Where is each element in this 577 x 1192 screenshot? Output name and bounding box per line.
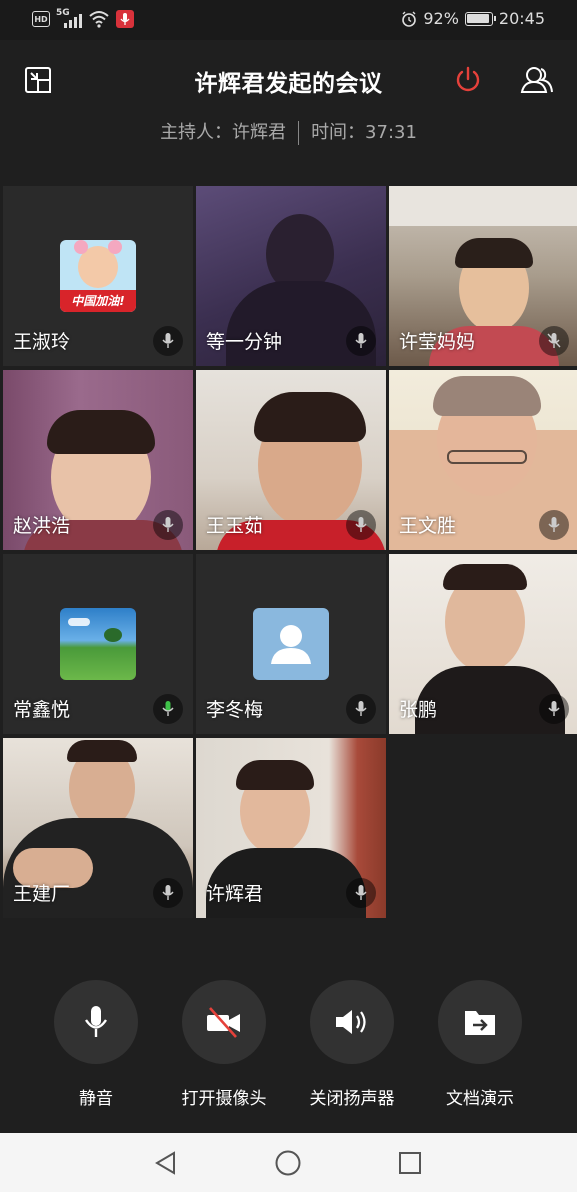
participant-name: 李冬梅 <box>206 699 264 721</box>
microphone-icon <box>346 510 376 540</box>
home-button[interactable] <box>272 1147 304 1179</box>
participant-name: 等一分钟 <box>206 331 283 353</box>
speaker-label: 关闭扬声器 <box>309 1089 395 1109</box>
speaker-icon <box>310 980 394 1064</box>
microphone-icon <box>539 510 569 540</box>
meeting-controls: 静音 打开摄像头 关闭扬声器 文档演示 <box>0 980 577 1130</box>
camera-off-icon <box>182 980 266 1064</box>
participant-tile[interactable]: 等一分钟 <box>196 186 386 366</box>
camera-label: 打开摄像头 <box>181 1089 267 1109</box>
participant-tile[interactable]: 王建厂 <box>3 738 193 918</box>
recording-mic-icon <box>116 10 134 28</box>
participant-name: 许莹妈妈 <box>399 331 476 353</box>
power-icon <box>456 66 480 92</box>
mute-label: 静音 <box>79 1089 113 1109</box>
participant-tile[interactable]: 张鹏 <box>389 554 577 734</box>
hd-icon: HD <box>32 11 50 27</box>
recents-square-icon <box>399 1152 421 1174</box>
participant-tile[interactable]: 常鑫悦 <box>3 554 193 734</box>
end-meeting-button[interactable] <box>450 62 486 98</box>
participant-name: 王文胜 <box>399 515 457 537</box>
participants-icon <box>520 67 553 93</box>
battery-percent: 92% <box>423 9 459 28</box>
cellular-signal-icon: 5G <box>56 8 82 28</box>
participant-name: 王建厂 <box>13 883 71 905</box>
back-button[interactable] <box>150 1147 182 1179</box>
microphone-icon <box>346 878 376 908</box>
participant-grid: 中国加油! 王淑玲 等一分钟 许莹妈妈 赵洪浩 王玉茹 王文胜 常鑫悦 李冬梅 … <box>3 186 577 918</box>
microphone-icon <box>346 326 376 356</box>
participant-name: 王淑玲 <box>13 331 71 353</box>
default-user-avatar <box>253 608 329 680</box>
participant-tile[interactable]: 赵洪浩 <box>3 370 193 550</box>
home-circle-icon <box>275 1150 301 1176</box>
microphone-icon <box>153 326 183 356</box>
host-label: 主持人：许辉君 <box>160 122 287 143</box>
mute-button[interactable]: 静音 <box>36 980 156 1109</box>
participant-tile[interactable]: 李冬梅 <box>196 554 386 734</box>
participant-name: 许辉君 <box>206 883 264 905</box>
participant-name: 常鑫悦 <box>13 699 71 721</box>
microphone-icon <box>54 980 138 1064</box>
microphone-icon <box>153 510 183 540</box>
meeting-title: 许辉君发起的会议 <box>194 71 383 97</box>
recents-button[interactable] <box>394 1147 426 1179</box>
participant-name: 王玉茹 <box>206 515 264 537</box>
participant-tile[interactable]: 许莹妈妈 <box>389 186 577 366</box>
mic-muted-icon <box>539 326 569 356</box>
microphone-icon <box>153 878 183 908</box>
microphone-icon <box>346 694 376 724</box>
document-share-label: 文档演示 <box>446 1089 514 1109</box>
turn-off-speaker-button[interactable]: 关闭扬声器 <box>292 980 412 1109</box>
participants-button[interactable] <box>519 62 555 98</box>
microphone-icon <box>539 694 569 724</box>
participant-tile[interactable]: 王文胜 <box>389 370 577 550</box>
document-share-button[interactable]: 文档演示 <box>420 980 540 1109</box>
system-navigation-bar <box>0 1133 577 1192</box>
clock: 20:45 <box>498 9 545 28</box>
battery-icon <box>464 11 496 26</box>
status-bar: HD 5G 92% 20:45 <box>0 0 577 40</box>
meeting-info: 主持人：许辉君 时间：37:31 <box>0 118 577 145</box>
avatar-caption: 中国加油! <box>60 290 136 312</box>
child-photo-avatar: 中国加油! <box>60 240 136 312</box>
back-triangle-icon <box>155 1151 175 1175</box>
participant-tile[interactable]: 王玉茹 <box>196 370 386 550</box>
meeting-timer: 时间：37:31 <box>311 122 417 143</box>
folder-share-icon <box>438 980 522 1064</box>
wifi-icon <box>89 11 109 28</box>
participant-name: 张鹏 <box>399 699 438 721</box>
alarm-icon <box>402 11 417 27</box>
meeting-header: 许辉君发起的会议 主持人：许辉君 时间：37:31 <box>0 40 577 180</box>
participant-tile[interactable]: 中国加油! 王淑玲 <box>3 186 193 366</box>
participant-tile[interactable]: 许辉君 <box>196 738 386 918</box>
landscape-avatar <box>60 608 136 680</box>
turn-on-camera-button[interactable]: 打开摄像头 <box>164 980 284 1109</box>
mic-speaking-icon <box>153 694 183 724</box>
participant-name: 赵洪浩 <box>13 515 71 537</box>
